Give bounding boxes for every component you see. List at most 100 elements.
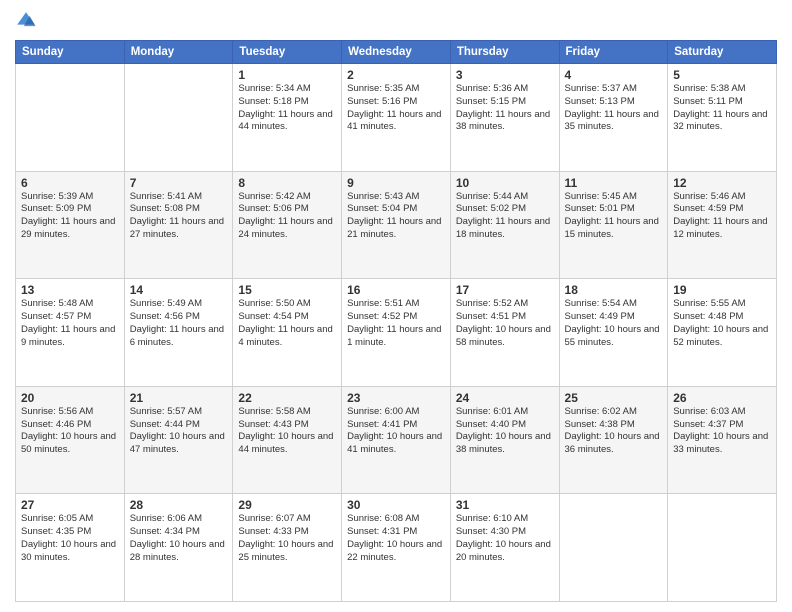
day-info: Sunrise: 5:39 AM Sunset: 5:09 PM Dayligh… [21,191,119,242]
day-info: Sunrise: 5:38 AM Sunset: 5:11 PM Dayligh… [673,83,771,134]
day-info: Sunrise: 6:06 AM Sunset: 4:34 PM Dayligh… [130,513,228,564]
day-info: Sunrise: 5:44 AM Sunset: 5:02 PM Dayligh… [456,191,554,242]
day-number: 10 [456,176,554,190]
day-number: 31 [456,498,554,512]
calendar-cell: 3Sunrise: 5:36 AM Sunset: 5:15 PM Daylig… [450,64,559,172]
day-info: Sunrise: 5:34 AM Sunset: 5:18 PM Dayligh… [238,83,336,134]
day-info: Sunrise: 5:41 AM Sunset: 5:08 PM Dayligh… [130,191,228,242]
day-number: 24 [456,391,554,405]
day-number: 28 [130,498,228,512]
day-number: 20 [21,391,119,405]
calendar-cell: 13Sunrise: 5:48 AM Sunset: 4:57 PM Dayli… [16,279,125,387]
calendar-week-row: 20Sunrise: 5:56 AM Sunset: 4:46 PM Dayli… [16,386,777,494]
day-info: Sunrise: 6:08 AM Sunset: 4:31 PM Dayligh… [347,513,445,564]
calendar-cell: 26Sunrise: 6:03 AM Sunset: 4:37 PM Dayli… [668,386,777,494]
header [15,10,777,32]
day-info: Sunrise: 6:10 AM Sunset: 4:30 PM Dayligh… [456,513,554,564]
calendar-cell: 15Sunrise: 5:50 AM Sunset: 4:54 PM Dayli… [233,279,342,387]
logo-icon [15,10,37,32]
calendar-cell: 24Sunrise: 6:01 AM Sunset: 4:40 PM Dayli… [450,386,559,494]
day-number: 29 [238,498,336,512]
calendar-cell: 28Sunrise: 6:06 AM Sunset: 4:34 PM Dayli… [124,494,233,602]
day-number: 18 [565,283,663,297]
day-info: Sunrise: 5:48 AM Sunset: 4:57 PM Dayligh… [21,298,119,349]
calendar-cell: 30Sunrise: 6:08 AM Sunset: 4:31 PM Dayli… [342,494,451,602]
calendar-cell: 11Sunrise: 5:45 AM Sunset: 5:01 PM Dayli… [559,171,668,279]
calendar-cell: 19Sunrise: 5:55 AM Sunset: 4:48 PM Dayli… [668,279,777,387]
day-number: 12 [673,176,771,190]
day-number: 2 [347,68,445,82]
day-info: Sunrise: 6:01 AM Sunset: 4:40 PM Dayligh… [456,406,554,457]
day-info: Sunrise: 6:05 AM Sunset: 4:35 PM Dayligh… [21,513,119,564]
calendar-cell: 16Sunrise: 5:51 AM Sunset: 4:52 PM Dayli… [342,279,451,387]
calendar-cell: 21Sunrise: 5:57 AM Sunset: 4:44 PM Dayli… [124,386,233,494]
calendar-cell [124,64,233,172]
day-number: 1 [238,68,336,82]
calendar-cell: 12Sunrise: 5:46 AM Sunset: 4:59 PM Dayli… [668,171,777,279]
day-info: Sunrise: 5:36 AM Sunset: 5:15 PM Dayligh… [456,83,554,134]
calendar-week-row: 27Sunrise: 6:05 AM Sunset: 4:35 PM Dayli… [16,494,777,602]
day-info: Sunrise: 5:58 AM Sunset: 4:43 PM Dayligh… [238,406,336,457]
day-info: Sunrise: 5:49 AM Sunset: 4:56 PM Dayligh… [130,298,228,349]
calendar-cell: 10Sunrise: 5:44 AM Sunset: 5:02 PM Dayli… [450,171,559,279]
day-number: 13 [21,283,119,297]
day-number: 26 [673,391,771,405]
day-number: 30 [347,498,445,512]
calendar-header-row: SundayMondayTuesdayWednesdayThursdayFrid… [16,41,777,64]
calendar-cell: 6Sunrise: 5:39 AM Sunset: 5:09 PM Daylig… [16,171,125,279]
calendar-cell: 8Sunrise: 5:42 AM Sunset: 5:06 PM Daylig… [233,171,342,279]
day-info: Sunrise: 5:42 AM Sunset: 5:06 PM Dayligh… [238,191,336,242]
day-info: Sunrise: 5:51 AM Sunset: 4:52 PM Dayligh… [347,298,445,349]
calendar-cell [668,494,777,602]
calendar-cell: 18Sunrise: 5:54 AM Sunset: 4:49 PM Dayli… [559,279,668,387]
day-number: 21 [130,391,228,405]
day-number: 16 [347,283,445,297]
day-info: Sunrise: 6:02 AM Sunset: 4:38 PM Dayligh… [565,406,663,457]
day-number: 25 [565,391,663,405]
calendar-cell: 27Sunrise: 6:05 AM Sunset: 4:35 PM Dayli… [16,494,125,602]
logo [15,10,41,32]
calendar-week-row: 1Sunrise: 5:34 AM Sunset: 5:18 PM Daylig… [16,64,777,172]
calendar-week-row: 6Sunrise: 5:39 AM Sunset: 5:09 PM Daylig… [16,171,777,279]
day-info: Sunrise: 5:54 AM Sunset: 4:49 PM Dayligh… [565,298,663,349]
calendar-cell: 2Sunrise: 5:35 AM Sunset: 5:16 PM Daylig… [342,64,451,172]
calendar-cell [559,494,668,602]
day-number: 8 [238,176,336,190]
day-number: 4 [565,68,663,82]
day-number: 6 [21,176,119,190]
day-number: 15 [238,283,336,297]
calendar-cell: 5Sunrise: 5:38 AM Sunset: 5:11 PM Daylig… [668,64,777,172]
calendar-cell: 23Sunrise: 6:00 AM Sunset: 4:41 PM Dayli… [342,386,451,494]
day-number: 9 [347,176,445,190]
day-number: 7 [130,176,228,190]
calendar-cell: 25Sunrise: 6:02 AM Sunset: 4:38 PM Dayli… [559,386,668,494]
calendar-cell: 9Sunrise: 5:43 AM Sunset: 5:04 PM Daylig… [342,171,451,279]
calendar-day-header: Sunday [16,41,125,64]
calendar-cell: 22Sunrise: 5:58 AM Sunset: 4:43 PM Dayli… [233,386,342,494]
day-number: 5 [673,68,771,82]
calendar-cell: 29Sunrise: 6:07 AM Sunset: 4:33 PM Dayli… [233,494,342,602]
calendar-cell: 14Sunrise: 5:49 AM Sunset: 4:56 PM Dayli… [124,279,233,387]
day-number: 19 [673,283,771,297]
day-number: 3 [456,68,554,82]
day-info: Sunrise: 5:56 AM Sunset: 4:46 PM Dayligh… [21,406,119,457]
calendar-week-row: 13Sunrise: 5:48 AM Sunset: 4:57 PM Dayli… [16,279,777,387]
calendar-day-header: Saturday [668,41,777,64]
day-number: 17 [456,283,554,297]
calendar-cell: 31Sunrise: 6:10 AM Sunset: 4:30 PM Dayli… [450,494,559,602]
calendar-day-header: Tuesday [233,41,342,64]
calendar: SundayMondayTuesdayWednesdayThursdayFrid… [15,40,777,602]
day-info: Sunrise: 6:00 AM Sunset: 4:41 PM Dayligh… [347,406,445,457]
day-info: Sunrise: 5:50 AM Sunset: 4:54 PM Dayligh… [238,298,336,349]
day-info: Sunrise: 5:52 AM Sunset: 4:51 PM Dayligh… [456,298,554,349]
calendar-cell: 20Sunrise: 5:56 AM Sunset: 4:46 PM Dayli… [16,386,125,494]
calendar-day-header: Friday [559,41,668,64]
calendar-day-header: Wednesday [342,41,451,64]
day-number: 11 [565,176,663,190]
calendar-day-header: Monday [124,41,233,64]
calendar-cell: 4Sunrise: 5:37 AM Sunset: 5:13 PM Daylig… [559,64,668,172]
day-number: 23 [347,391,445,405]
day-info: Sunrise: 6:03 AM Sunset: 4:37 PM Dayligh… [673,406,771,457]
page: SundayMondayTuesdayWednesdayThursdayFrid… [0,0,792,612]
day-info: Sunrise: 5:55 AM Sunset: 4:48 PM Dayligh… [673,298,771,349]
